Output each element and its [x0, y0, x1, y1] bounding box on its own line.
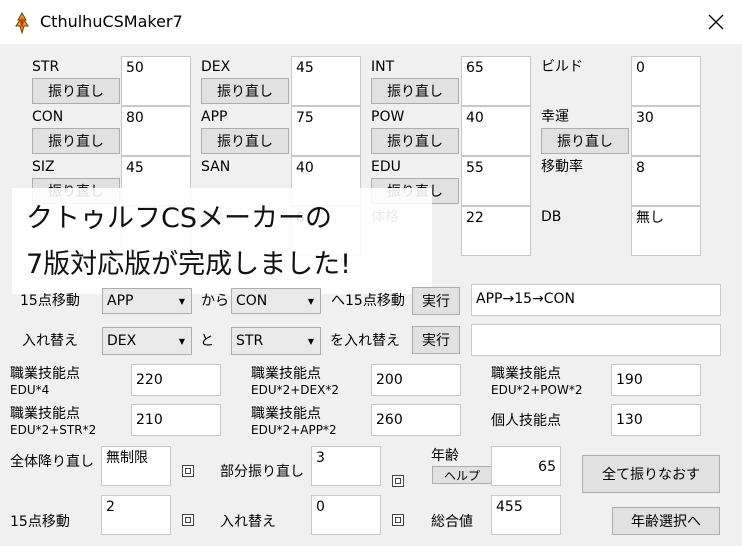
- occ3-name: 職業技能点: [491, 366, 561, 382]
- swap-a-value: DEX: [107, 333, 137, 349]
- con-value[interactable]: 80: [121, 106, 191, 156]
- personal-value[interactable]: 130: [611, 404, 701, 436]
- move15-to-value: CON: [236, 293, 268, 309]
- occ4-name: 職業技能点: [10, 406, 80, 422]
- app-reroll-button[interactable]: 振り直し: [201, 128, 289, 154]
- move15-from-value: APP: [107, 293, 134, 309]
- occ1-value[interactable]: 220: [131, 364, 221, 396]
- mov-value[interactable]: 8: [631, 156, 701, 206]
- occ2-name: 職業技能点: [251, 366, 321, 382]
- swap-and-label: と: [200, 333, 214, 349]
- move15-result[interactable]: APP→15→CON: [471, 284, 721, 316]
- dex-reroll-button[interactable]: 振り直し: [201, 78, 289, 104]
- move15-from-select[interactable]: APP ▼: [102, 288, 192, 314]
- occ1-name: 職業技能点: [10, 366, 80, 382]
- move15-label: 15点移動: [20, 293, 80, 309]
- mov-label: 移動率: [541, 159, 583, 175]
- occ4-formula: EDU*2+STR*2: [10, 423, 97, 437]
- swap-result[interactable]: [471, 324, 721, 356]
- chevron-down-icon: ▼: [307, 296, 314, 306]
- luck-value[interactable]: 30: [631, 106, 701, 156]
- int-label: INT: [371, 59, 395, 75]
- edu-value[interactable]: 55: [461, 156, 531, 206]
- dex-label: DEX: [201, 59, 231, 75]
- int-value[interactable]: 65: [461, 56, 531, 106]
- pow-label: POW: [371, 109, 405, 125]
- occ4-value[interactable]: 210: [131, 404, 221, 436]
- window-title: CthulhuCSMaker7: [40, 12, 183, 31]
- personal-label: 個人技能点: [491, 413, 561, 429]
- move15-to-select[interactable]: CON ▼: [231, 288, 321, 314]
- swap-a-select[interactable]: DEX ▼: [102, 327, 192, 355]
- total-value[interactable]: 455: [491, 495, 561, 535]
- luck-reroll-button[interactable]: 振り直し: [541, 128, 629, 154]
- occ3-value[interactable]: 190: [611, 364, 701, 396]
- app-logo-icon: [12, 11, 32, 35]
- age-select-button[interactable]: 年齢選択へ: [612, 507, 720, 535]
- chevron-down-icon: ▼: [307, 336, 314, 346]
- pow-value[interactable]: 40: [461, 106, 531, 156]
- chevron-down-icon: ▼: [178, 336, 185, 346]
- dex-value[interactable]: 45: [291, 56, 361, 106]
- close-button[interactable]: [700, 8, 732, 36]
- luck-label: 幸運: [541, 109, 569, 125]
- partial-reroll-label: 部分振り直し: [220, 464, 304, 480]
- occ2-formula: EDU*2+DEX*2: [251, 383, 339, 397]
- occ5-formula: EDU*2+APP*2: [251, 423, 337, 437]
- swap-b-select[interactable]: STR ▼: [231, 327, 321, 355]
- move15-to-label: へ15点移動: [331, 293, 405, 309]
- db-value[interactable]: 無し: [631, 206, 701, 256]
- con-reroll-button[interactable]: 振り直し: [32, 128, 120, 154]
- swap-run-button[interactable]: 実行: [412, 326, 460, 354]
- swap-count-spin-icon[interactable]: [392, 514, 404, 526]
- move15-run-button[interactable]: 実行: [412, 287, 460, 315]
- int-reroll-button[interactable]: 振り直し: [371, 78, 459, 104]
- stat3-value[interactable]: 22: [461, 206, 531, 256]
- partial-reroll-spin-icon[interactable]: [392, 475, 404, 487]
- move15-count-value[interactable]: 2: [101, 495, 171, 535]
- str-label: STR: [32, 59, 60, 75]
- occ1-formula: EDU*4: [10, 383, 50, 397]
- occ5-value[interactable]: 260: [371, 404, 461, 436]
- move15-count-spin-icon[interactable]: [182, 514, 194, 526]
- occ3-formula: EDU*2+POW*2: [491, 383, 583, 397]
- app-label: APP: [201, 109, 228, 125]
- swap-b-value: STR: [236, 333, 264, 349]
- close-icon: [708, 14, 724, 30]
- move15-count-label: 15点移動: [10, 514, 70, 530]
- swap-label: 入れ替え: [22, 333, 78, 349]
- app-value[interactable]: 75: [291, 106, 361, 156]
- build-label: ビルド: [541, 59, 583, 75]
- age-help-button[interactable]: ヘルプ: [432, 466, 492, 484]
- siz-label: SIZ: [32, 159, 55, 175]
- build-value[interactable]: 0: [631, 56, 701, 106]
- edu-label: EDU: [371, 159, 401, 175]
- db-label: DB: [541, 209, 562, 225]
- total-label: 総合値: [431, 514, 473, 530]
- san-label: SAN: [201, 159, 231, 175]
- announcement-line-1: クトゥルフCSメーカーの: [26, 203, 332, 234]
- chevron-down-icon: ▼: [178, 296, 185, 306]
- age-value[interactable]: 65: [491, 446, 561, 486]
- announcement-overlay: クトゥルフCSメーカーの 7版対応版が完成しました!: [12, 188, 432, 294]
- pow-reroll-button[interactable]: 振り直し: [371, 128, 459, 154]
- str-value[interactable]: 50: [121, 56, 191, 106]
- age-label: 年齢: [431, 448, 459, 464]
- swap-suffix-label: を入れ替え: [330, 333, 400, 349]
- total-reroll-spin-icon[interactable]: [182, 465, 194, 477]
- reroll-all-button[interactable]: 全て振りなおす: [582, 455, 720, 493]
- swap-count-value[interactable]: 0: [311, 495, 381, 535]
- con-label: CON: [32, 109, 64, 125]
- swap-count-label: 入れ替え: [220, 514, 276, 530]
- move15-from-label: から: [201, 293, 229, 309]
- total-reroll-value[interactable]: 無制限: [101, 446, 171, 486]
- announcement-line-2: 7版対応版が完成しました!: [26, 249, 352, 280]
- str-reroll-button[interactable]: 振り直し: [32, 78, 120, 104]
- occ5-name: 職業技能点: [251, 406, 321, 422]
- partial-reroll-value[interactable]: 3: [311, 446, 381, 486]
- occ2-value[interactable]: 200: [371, 364, 461, 396]
- total-reroll-label: 全体降り直し: [10, 454, 94, 470]
